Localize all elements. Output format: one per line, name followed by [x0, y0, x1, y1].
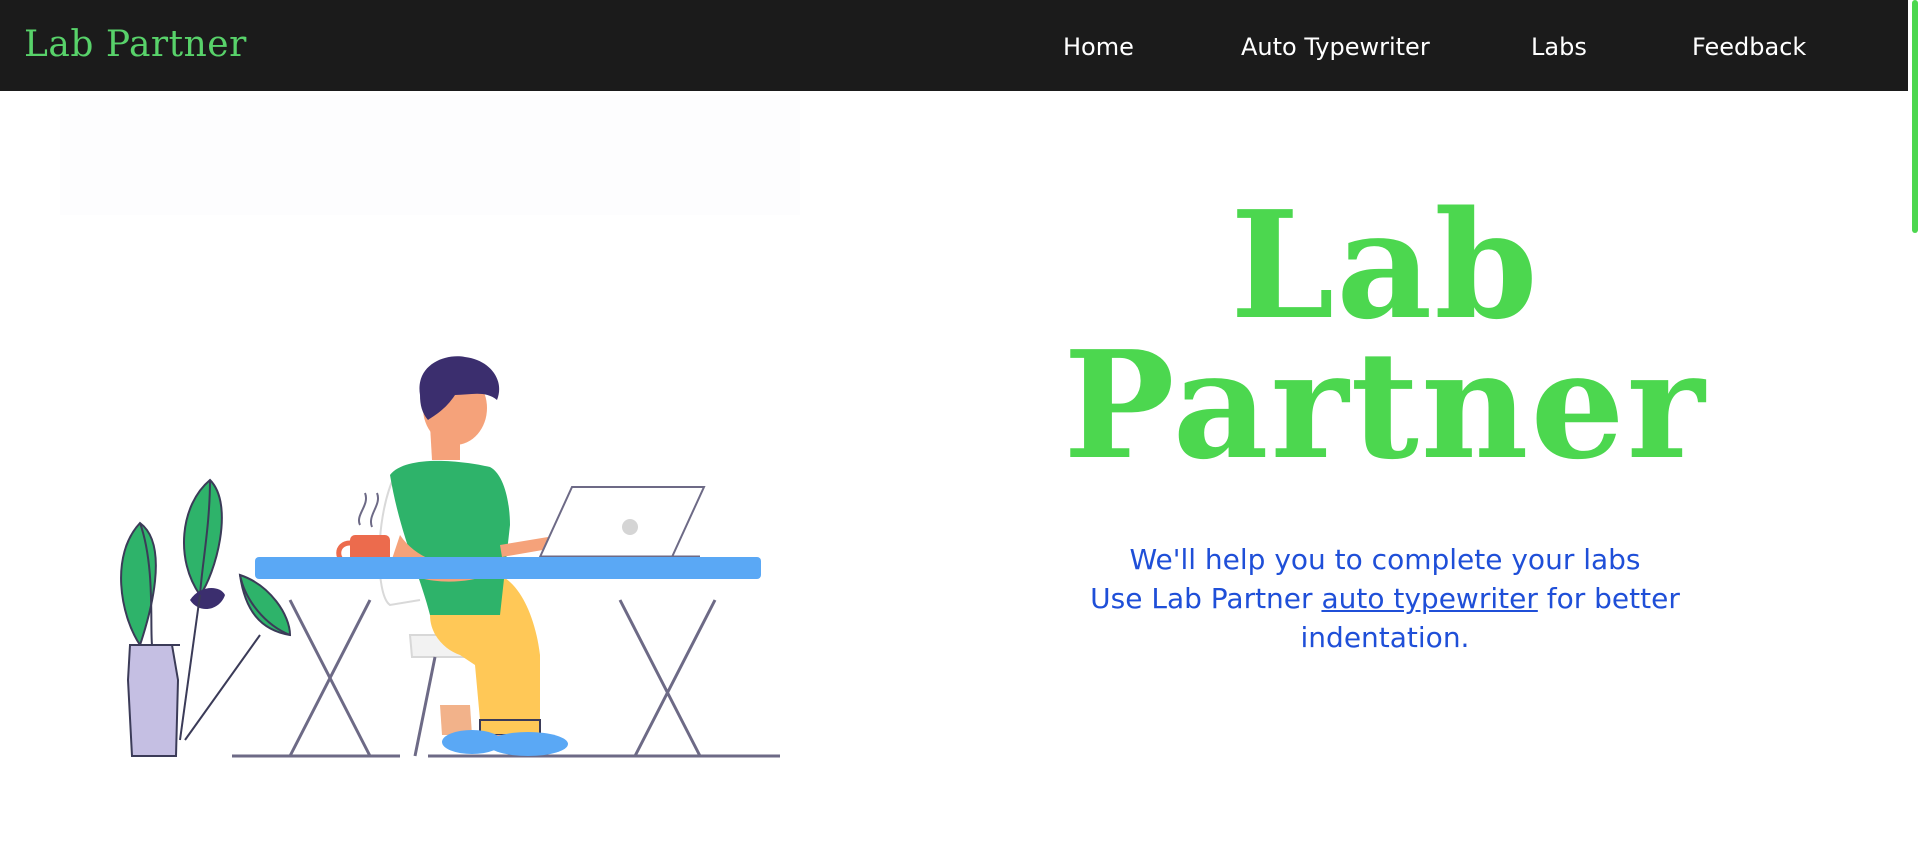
- hero-title: Lab Partner: [1040, 178, 1730, 492]
- nav-link-auto-typewriter[interactable]: Auto Typewriter: [1241, 32, 1430, 62]
- nav-link-labs[interactable]: Labs: [1531, 32, 1587, 62]
- auto-typewriter-link[interactable]: auto typewriter: [1321, 582, 1537, 615]
- hero-illustration: [60, 95, 800, 758]
- brand-logo[interactable]: Lab Partner: [24, 22, 247, 68]
- nav-link-feedback[interactable]: Feedback: [1692, 32, 1806, 62]
- nav-link-home[interactable]: Home: [1063, 32, 1134, 62]
- hero-tagline: We'll help you to complete your labs Use…: [1040, 540, 1730, 657]
- hero-title-line-2: Partner: [1063, 318, 1707, 492]
- tagline-line-2: Use Lab Partner auto typewriter for bett…: [1040, 579, 1730, 657]
- tagline-prefix: Use Lab Partner: [1090, 582, 1313, 615]
- navbar: Lab Partner Home Auto Typewriter Labs Fe…: [0, 0, 1908, 91]
- scrollbar[interactable]: [1908, 0, 1920, 857]
- desk-top: [255, 557, 761, 579]
- laptop-icon: [538, 486, 706, 559]
- plant-icon: [120, 478, 292, 757]
- tagline-line-1: We'll help you to complete your labs: [1129, 543, 1641, 576]
- scrollbar-thumb[interactable]: [1912, 0, 1918, 233]
- hero-title-line-1: Lab: [1230, 178, 1540, 352]
